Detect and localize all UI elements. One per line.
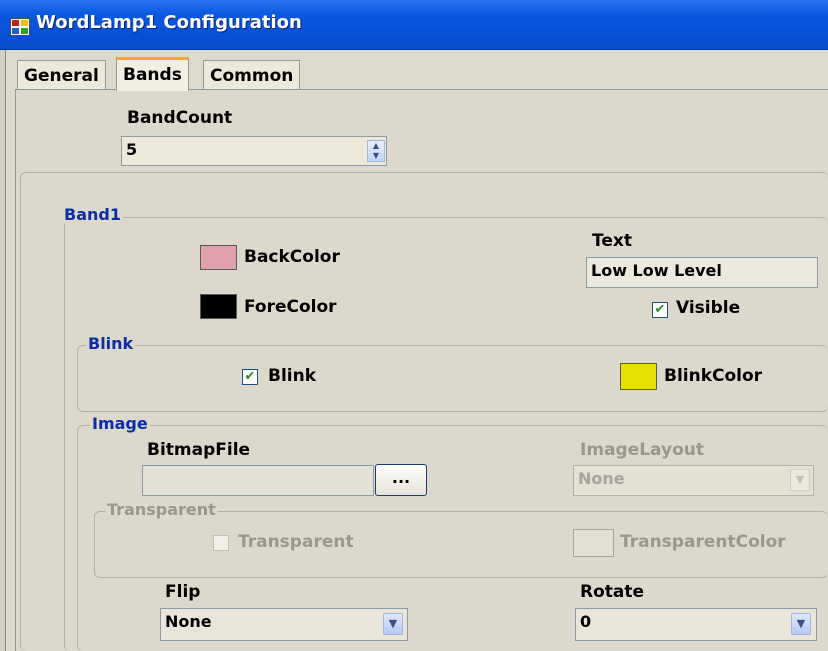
window-left-edge — [0, 50, 6, 651]
visible-label: Visible — [676, 298, 741, 318]
band-count-value: 5 — [126, 140, 138, 159]
image-layout-value: None — [578, 469, 625, 488]
fore-color-swatch[interactable] — [200, 294, 237, 319]
blink-legend: Blink — [86, 334, 136, 353]
spin-up-icon[interactable]: ▲ — [368, 141, 384, 151]
image-layout-label: ImageLayout — [580, 440, 704, 460]
title-bar: WordLamp1 Configuration — [0, 0, 828, 50]
text-input[interactable]: Low Low Level — [586, 257, 818, 288]
chevron-down-icon[interactable]: ▼ — [791, 613, 811, 635]
image-layout-select[interactable]: None — [573, 465, 814, 496]
rotate-select[interactable]: 0 — [575, 608, 817, 641]
band-count-spin-buttons[interactable]: ▲ ▼ — [367, 140, 385, 162]
band-count-spinner[interactable]: 5 — [121, 136, 387, 166]
chevron-down-icon[interactable]: ▼ — [790, 469, 810, 491]
tab-general[interactable]: General — [17, 60, 106, 90]
transparent-color-label: TransparentColor — [620, 532, 786, 552]
back-color-label: BackColor — [244, 247, 340, 267]
transparent-color-swatch[interactable] — [573, 529, 614, 557]
blink-checkbox[interactable]: ✔ — [242, 369, 258, 385]
chevron-down-icon[interactable]: ▼ — [383, 613, 403, 635]
tab-bands[interactable]: Bands — [116, 57, 189, 91]
transparent-label: Transparent — [238, 532, 354, 552]
transparent-legend: Transparent — [105, 500, 218, 519]
fore-color-label: ForeColor — [244, 297, 337, 317]
bitmap-file-label: BitmapFile — [147, 440, 251, 460]
checkmark-icon: ✔ — [654, 302, 666, 317]
app-window-icon[interactable] — [10, 18, 30, 36]
text-label: Text — [592, 231, 632, 251]
checkmark-icon: ✔ — [244, 369, 256, 384]
flip-value: None — [165, 612, 212, 631]
transparent-checkbox[interactable] — [213, 535, 229, 551]
rotate-label: Rotate — [580, 582, 645, 602]
band1-legend: Band1 — [62, 205, 123, 224]
browse-button[interactable]: ... — [375, 464, 427, 496]
rotate-value: 0 — [580, 612, 592, 631]
spin-down-icon[interactable]: ▼ — [368, 151, 384, 161]
blink-color-label: BlinkColor — [664, 366, 763, 386]
back-color-swatch[interactable] — [200, 245, 237, 270]
tab-common[interactable]: Common — [203, 60, 301, 90]
visible-checkbox[interactable]: ✔ — [652, 302, 668, 318]
flip-select[interactable]: None — [160, 608, 408, 641]
flip-label: Flip — [165, 582, 201, 602]
band-count-label: BandCount — [127, 108, 233, 128]
image-legend: Image — [90, 414, 150, 433]
blink-label: Blink — [268, 366, 317, 386]
window-title: WordLamp1 Configuration — [36, 12, 302, 33]
blink-color-swatch[interactable] — [620, 363, 657, 390]
bitmap-file-input[interactable] — [142, 465, 374, 496]
